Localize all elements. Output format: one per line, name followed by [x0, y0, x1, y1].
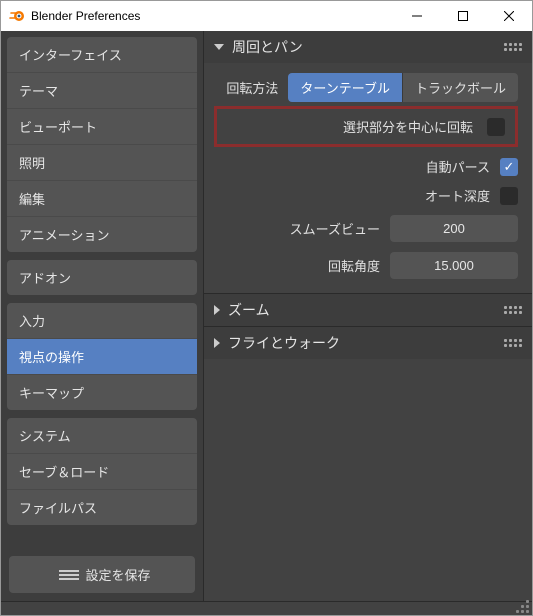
smooth-view-field[interactable]: 200 [390, 215, 518, 242]
rotation-method-row: 回転方法 ターンテーブル トラックボール [214, 73, 518, 102]
auto-perspective-checkbox[interactable] [500, 158, 518, 176]
rotation-angle-field[interactable]: 15.000 [390, 252, 518, 279]
panel-drag-grip-icon[interactable] [504, 43, 522, 51]
sidebar-group: アドオン [7, 260, 197, 295]
panel-header-fly-walk[interactable]: フライとウォーク [204, 326, 532, 359]
preferences-window: Blender Preferences インターフェイス テーマ ビューポート … [0, 0, 533, 616]
sidebar-group: インターフェイス テーマ ビューポート 照明 編集 アニメーション [7, 37, 197, 252]
window-resize-grip-icon[interactable] [516, 600, 529, 613]
window-title: Blender Preferences [31, 9, 394, 23]
disclosure-right-icon [214, 305, 220, 315]
rotate-around-selection-checkbox[interactable] [487, 118, 505, 136]
rotation-method-trackball[interactable]: トラックボール [403, 73, 518, 102]
sidebar-group: 入力 視点の操作 キーマップ [7, 303, 197, 410]
sidebar-item-viewport[interactable]: ビューポート [7, 109, 197, 145]
save-preferences-button[interactable]: 設定を保存 [9, 556, 195, 593]
sidebar-item-animation[interactable]: アニメーション [7, 217, 197, 252]
sidebar-item-navigation[interactable]: 視点の操作 [7, 339, 197, 375]
panel-header-zoom[interactable]: ズーム [204, 293, 532, 326]
window-minimize-button[interactable] [394, 1, 440, 31]
auto-perspective-row: 自動パース [214, 157, 518, 176]
status-bar [1, 601, 532, 615]
disclosure-down-icon [214, 44, 224, 50]
rotate-around-selection-highlight: 選択部分を中心に回転 [214, 106, 518, 147]
panel-title: フライとウォーク [228, 333, 340, 353]
blender-app-icon [9, 8, 25, 24]
rotation-method-segmented: ターンテーブル トラックボール [288, 73, 518, 102]
main-panel-area: 周回とパン 回転方法 ターンテーブル トラックボール 選択部分を中心に回転 自動… [204, 31, 532, 601]
smooth-view-row: スムーズビュー 200 [214, 215, 518, 242]
sidebar-group: システム セーブ＆ロード ファイルパス [7, 418, 197, 525]
panel-title: 周回とパン [232, 37, 303, 57]
menu-icon[interactable] [59, 570, 79, 580]
auto-depth-row: オート深度 [214, 186, 518, 205]
sidebar-item-editing[interactable]: 編集 [7, 181, 197, 217]
sidebar-item-file-paths[interactable]: ファイルパス [7, 490, 197, 525]
auto-depth-checkbox[interactable] [500, 187, 518, 205]
window-titlebar: Blender Preferences [1, 1, 532, 31]
window-body: インターフェイス テーマ ビューポート 照明 編集 アニメーション アドオン 入… [1, 31, 532, 601]
panel-drag-grip-icon[interactable] [504, 306, 522, 314]
rotation-method-label: 回転方法 [226, 78, 278, 97]
auto-perspective-label: 自動パース [426, 157, 490, 176]
save-button-label: 設定を保存 [85, 565, 150, 584]
disclosure-right-icon [214, 338, 220, 348]
smooth-view-label: スムーズビュー [290, 219, 380, 238]
rotate-around-selection-label: 選択部分を中心に回転 [343, 117, 473, 136]
panel-drag-grip-icon[interactable] [504, 339, 522, 347]
sidebar-item-input[interactable]: 入力 [7, 303, 197, 339]
panel-title: ズーム [228, 300, 270, 320]
sidebar-item-interface[interactable]: インターフェイス [7, 37, 197, 73]
sidebar-item-system[interactable]: システム [7, 418, 197, 454]
auto-depth-label: オート深度 [425, 186, 490, 205]
sidebar-item-lights[interactable]: 照明 [7, 145, 197, 181]
panel-header-orbit-pan[interactable]: 周回とパン [204, 31, 532, 63]
sidebar-item-keymap[interactable]: キーマップ [7, 375, 197, 410]
window-maximize-button[interactable] [440, 1, 486, 31]
panel-body-orbit-pan: 回転方法 ターンテーブル トラックボール 選択部分を中心に回転 自動パース オー… [204, 63, 532, 293]
rotation-angle-row: 回転角度 15.000 [214, 252, 518, 279]
rotation-method-turntable[interactable]: ターンテーブル [288, 73, 403, 102]
sidebar-item-save-load[interactable]: セーブ＆ロード [7, 454, 197, 490]
sidebar-item-themes[interactable]: テーマ [7, 73, 197, 109]
sidebar: インターフェイス テーマ ビューポート 照明 編集 アニメーション アドオン 入… [1, 31, 204, 601]
window-close-button[interactable] [486, 1, 532, 31]
rotation-angle-label: 回転角度 [328, 256, 380, 275]
sidebar-item-addons[interactable]: アドオン [7, 260, 197, 295]
